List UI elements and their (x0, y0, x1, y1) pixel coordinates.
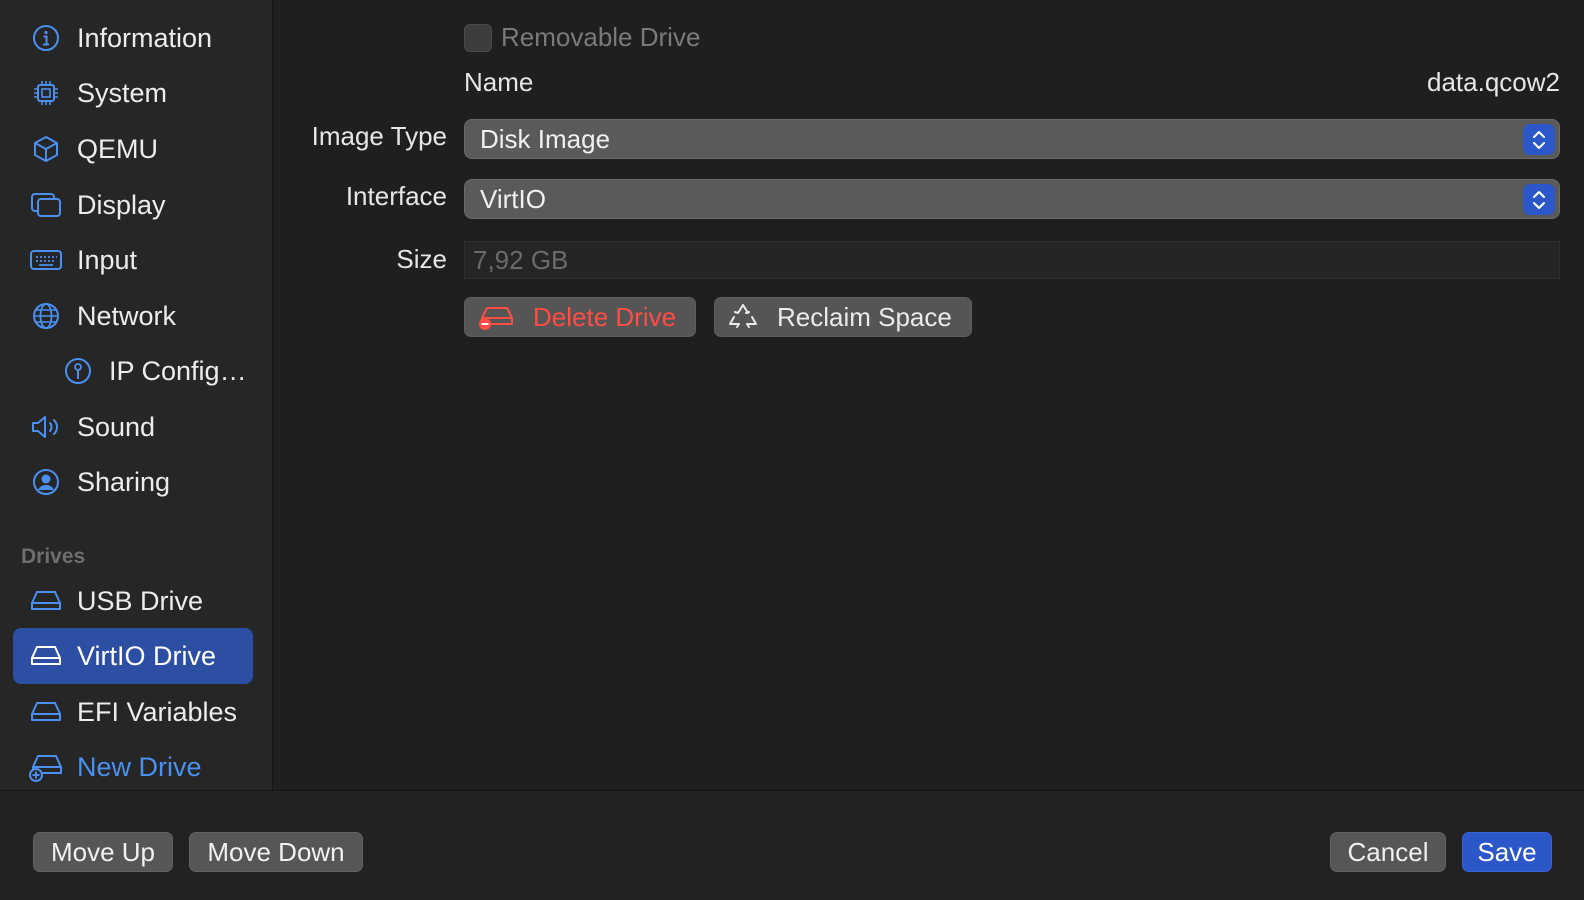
removable-drive-label: Removable Drive (501, 22, 701, 52)
up-down-chevron-icon (1523, 124, 1555, 155)
sidebar-item-label: USB Drive (77, 585, 204, 616)
sidebar-item-system[interactable]: System (13, 65, 253, 121)
reclaim-space-label: Reclaim Space (777, 301, 952, 332)
sidebar-item-network[interactable]: Network (13, 288, 253, 344)
speaker-icon (29, 410, 63, 444)
sidebar-item-label: Input (77, 244, 138, 275)
sidebar-item-information[interactable]: Information (13, 10, 253, 66)
display-windows-icon (29, 188, 63, 222)
sidebar-item-label: Network (77, 300, 177, 331)
size-input (473, 244, 873, 276)
drive-icon (29, 695, 63, 729)
sidebar-item-usb-drive[interactable]: USB Drive (13, 573, 253, 629)
drive-add-icon (29, 750, 63, 784)
sidebar-item-label: System (77, 77, 168, 108)
sidebar-item-label: QEMU (77, 133, 158, 164)
globe-icon (29, 299, 63, 333)
sidebar-item-label: New Drive (77, 751, 202, 782)
save-button[interactable]: Save (1462, 832, 1552, 872)
interface-value: VirtIO (480, 183, 546, 214)
up-down-chevron-icon (1523, 184, 1555, 215)
recycle-icon (727, 302, 759, 332)
image-type-value: Disk Image (480, 123, 611, 154)
size-label: Size (396, 244, 447, 274)
sidebar-item-new-drive[interactable]: New Drive (13, 739, 253, 795)
sidebar-item-label: Sharing (77, 466, 171, 497)
delete-drive-button[interactable]: Delete Drive (464, 297, 696, 337)
sidebar-item-input[interactable]: Input (13, 232, 253, 288)
drives-section-header: Drives (21, 545, 86, 568)
image-type-label: Image Type (311, 121, 447, 151)
sidebar-item-ip-config[interactable]: IP Config… (13, 343, 253, 399)
drive-remove-icon (477, 303, 515, 331)
bottom-toolbar: Move Up Move Down Cancel Save (0, 790, 1584, 900)
reclaim-space-button[interactable]: Reclaim Space (714, 297, 972, 337)
sidebar-item-virtio-drive[interactable]: VirtIO Drive (13, 628, 253, 684)
cpu-chip-icon (29, 76, 63, 110)
move-up-button[interactable]: Move Up (33, 832, 173, 872)
cube-icon (29, 132, 63, 166)
removable-drive-checkbox[interactable] (464, 23, 492, 52)
size-field (464, 241, 1560, 279)
sidebar-item-label: IP Config… (109, 355, 247, 386)
image-type-select[interactable]: Disk Image (464, 119, 1560, 159)
drive-icon (29, 639, 63, 673)
sidebar-item-sharing[interactable]: Sharing (13, 454, 253, 510)
ip-config-icon (61, 354, 95, 388)
drive-settings-panel: Removable Drive Name data.qcow2 Image Ty… (274, 0, 1584, 790)
sidebar-item-label: VirtIO Drive (77, 640, 217, 671)
sidebar-item-qemu[interactable]: QEMU (13, 121, 253, 177)
sidebar-item-label: Sound (77, 411, 156, 442)
delete-drive-label: Delete Drive (533, 301, 677, 332)
person-circle-icon (29, 465, 63, 499)
info-circle-icon (29, 21, 63, 55)
sidebar-item-label: Information (77, 22, 213, 53)
sidebar-item-label: Display (77, 189, 166, 220)
interface-select[interactable]: VirtIO (464, 179, 1560, 219)
removable-drive-row: Removable Drive (464, 22, 700, 53)
name-label: Name (464, 67, 534, 97)
sidebar-item-display[interactable]: Display (13, 177, 253, 233)
sidebar-item-label: EFI Variables (77, 696, 238, 727)
sidebar: Information System QEMU Display Input Ne… (0, 0, 273, 790)
drive-icon (29, 584, 63, 618)
cancel-button[interactable]: Cancel (1330, 832, 1446, 872)
move-down-button[interactable]: Move Down (189, 832, 363, 872)
keyboard-icon (29, 243, 63, 277)
name-value: data.qcow2 (1427, 67, 1560, 97)
sidebar-item-sound[interactable]: Sound (13, 399, 253, 455)
interface-label: Interface (345, 181, 447, 211)
sidebar-item-efi-variables[interactable]: EFI Variables (13, 684, 253, 740)
